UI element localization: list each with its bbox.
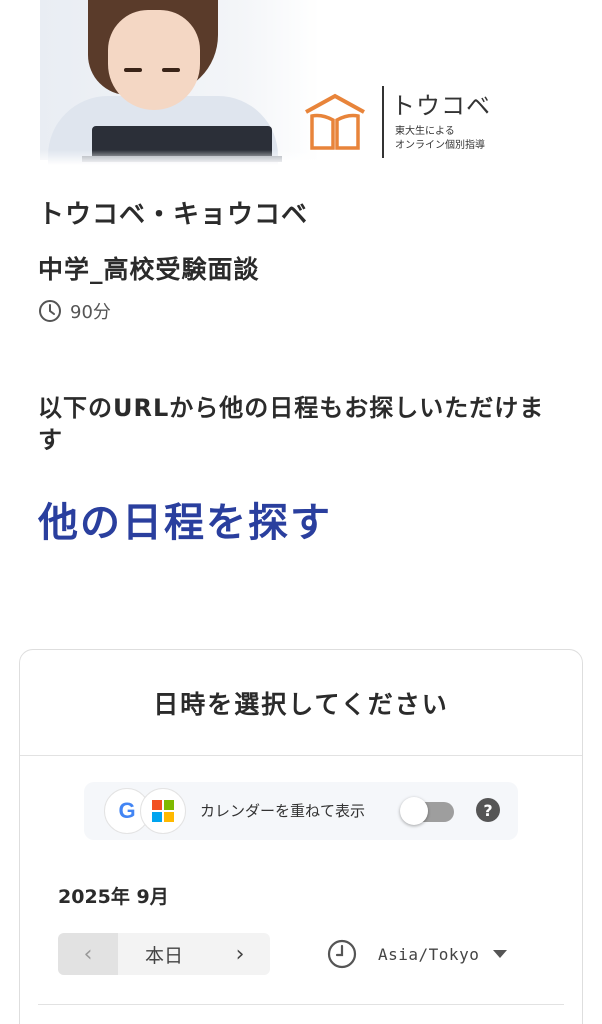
event-title: 中学_高校受験面談 [38, 255, 260, 284]
timezone-select[interactable]: Asia/Tokyo [326, 938, 508, 970]
calendar-overlay-label: カレンダーを重ねて表示 [200, 802, 366, 820]
other-dates-notice: 以下のURLから他の日程もお探しいただけます [38, 394, 545, 454]
chevron-right-icon: › [235, 941, 245, 967]
picker-heading: 日時を選択してください [153, 689, 449, 719]
logo-name: トウコベ [391, 92, 491, 120]
current-month: 2025年 9月 [58, 886, 169, 908]
event-duration: 90分 [38, 298, 111, 324]
section-divider [38, 1004, 564, 1005]
chevron-left-icon: ‹ [83, 941, 93, 967]
today-button[interactable]: 本日 [118, 933, 210, 975]
person-eye [124, 68, 142, 72]
person-face [108, 10, 200, 110]
prev-week-button[interactable]: ‹ [58, 933, 118, 975]
clock-icon [39, 300, 61, 322]
datetime-picker-card: 日時を選択してください G カレンダーを重ねて表示 ? 2025年 9月 ‹ 本… [19, 649, 583, 1024]
date-navigation: ‹ 本日 › [58, 933, 270, 975]
hero-banner: トウコベ 東大生による オンライン個別指導 [0, 0, 602, 165]
logo-tagline: オンライン個別指導 [395, 140, 485, 151]
timezone-value: Asia/Tokyo [378, 944, 480, 964]
find-other-dates-link[interactable]: 他の日程を探す [38, 490, 332, 548]
microsoft-calendar-button[interactable] [140, 788, 186, 834]
google-icon: G [118, 798, 136, 823]
house-book-logo-icon [305, 93, 365, 150]
duration-label: 90分 [70, 302, 111, 323]
next-week-button[interactable]: › [210, 933, 270, 975]
timezone-clock-icon [327, 939, 357, 969]
caret-down-icon [493, 950, 508, 958]
card-header: 日時を選択してください [20, 650, 582, 756]
person-eye [162, 68, 180, 72]
calendar-overlay-toggle[interactable] [400, 797, 456, 825]
logo-divider [382, 86, 384, 158]
calendar-overlay-bar: G カレンダーを重ねて表示 ? [84, 782, 518, 840]
logo-tagline: 東大生による [395, 126, 455, 137]
microsoft-icon [152, 800, 174, 822]
toggle-knob [400, 797, 428, 825]
organizer-name: トウコベ・キョウコベ [38, 200, 309, 230]
help-icon[interactable]: ? [476, 798, 500, 822]
